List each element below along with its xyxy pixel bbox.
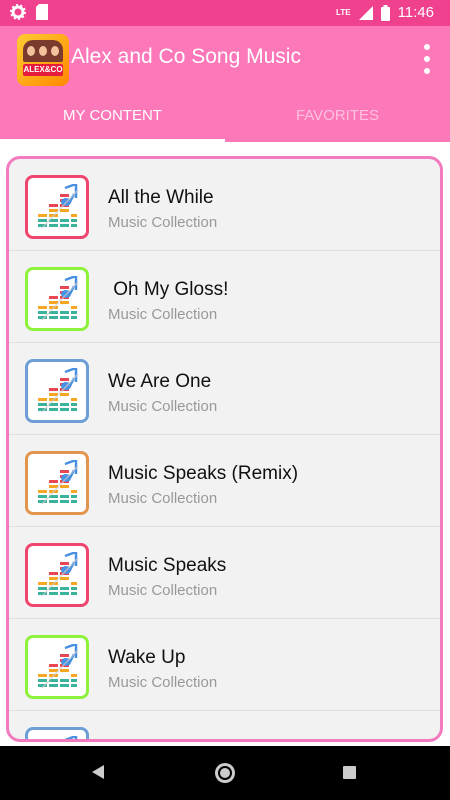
song-thumbnail	[25, 267, 89, 331]
song-thumbnail	[25, 451, 89, 515]
navigation-bar	[0, 746, 450, 800]
song-subtitle: Music Collection	[108, 398, 218, 415]
song-list-item[interactable]: We Are One Music Collection	[9, 343, 440, 435]
song-subtitle: Music Collection	[108, 490, 218, 507]
song-thumbnail	[25, 635, 89, 699]
music-equalizer-icon	[38, 276, 79, 321]
music-equalizer-icon	[38, 644, 79, 689]
music-equalizer-icon	[64, 736, 78, 739]
music-equalizer-icon	[38, 552, 79, 597]
sd-card-icon	[36, 4, 48, 20]
song-title: All the While	[108, 187, 214, 208]
song-list-item[interactable]: All the While Music Collection	[9, 159, 440, 251]
song-list-item[interactable]: Music Speaks Music Collection	[9, 527, 440, 619]
song-title: Music Speaks	[108, 555, 227, 576]
network-type: LTE	[336, 8, 351, 17]
song-title: Music Speaks (Remix)	[108, 463, 299, 484]
app-logo: ALEX&CO	[17, 34, 69, 86]
song-thumbnail	[25, 175, 89, 239]
status-time: 11:46	[397, 4, 434, 21]
song-thumbnail	[25, 543, 89, 607]
song-title: Oh My Gloss!	[108, 279, 229, 300]
recents-icon[interactable]	[343, 766, 356, 779]
song-list[interactable]: All the While Music Collection Oh My Glo…	[6, 156, 443, 742]
song-thumbnail	[25, 359, 89, 423]
song-subtitle: Music Collection	[108, 214, 218, 231]
song-thumbnail	[25, 727, 89, 739]
back-icon[interactable]	[92, 765, 104, 779]
battery-icon	[380, 4, 390, 21]
more-vert-icon[interactable]	[420, 44, 434, 74]
music-equalizer-icon	[38, 368, 79, 413]
song-list-item[interactable]: Music Speaks (Remix) Music Collection	[9, 435, 440, 527]
app-title: Alex and Co Song Music	[71, 45, 301, 68]
app-bar: ALEX&CO Alex and Co Song Music	[0, 26, 450, 90]
tab-my-content[interactable]: MY CONTENT	[0, 90, 225, 142]
tab-favorites[interactable]: FAVORITES	[225, 90, 450, 142]
song-list-item[interactable]: Oh My Gloss! Music Collection	[9, 251, 440, 343]
music-equalizer-icon	[38, 460, 79, 505]
song-subtitle: Music Collection	[108, 582, 218, 599]
tab-bar: MY CONTENT FAVORITES	[0, 90, 450, 142]
song-subtitle: Music Collection	[108, 674, 218, 691]
song-title: Wake Up	[108, 647, 186, 668]
song-subtitle: Music Collection	[108, 306, 218, 323]
song-list-item[interactable]: Wake Up Music Collection	[9, 619, 440, 711]
app-logo-text: ALEX&CO	[23, 64, 63, 76]
song-title: We Are One	[108, 371, 212, 392]
home-icon[interactable]	[215, 763, 235, 783]
song-list-item[interactable]	[9, 711, 440, 739]
music-equalizer-icon	[38, 184, 79, 229]
signal-icon	[358, 5, 373, 20]
status-bar: LTE 11:46	[0, 0, 450, 26]
settings-icon	[10, 4, 26, 20]
